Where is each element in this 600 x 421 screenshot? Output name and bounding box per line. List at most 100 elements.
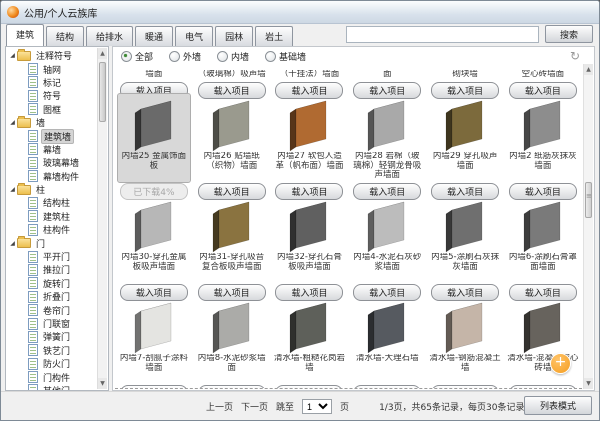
tree-item-标记[interactable]: 标记 [8, 76, 97, 89]
expand-icon[interactable]: ◢ [8, 52, 17, 59]
grid-scroll-down-icon[interactable]: ▼ [584, 378, 593, 389]
family-tile-box[interactable]: 内墙28 岩棉（玻璃棉）轻钢龙骨吸声墙面 [351, 94, 423, 182]
tree-item-门构件[interactable]: 门构件 [8, 370, 97, 383]
family-tile[interactable]: 清水墙-混凝土空心砖墙载入项目 [504, 302, 582, 389]
family-tile-box[interactable]: 内墙29 穿孔吸声墙面 [429, 94, 501, 182]
family-tile-box[interactable]: 内墙6-涂刷石膏罩面墙面 [507, 195, 579, 283]
list-mode-button[interactable]: 列表模式 [524, 396, 592, 415]
tree-scroll-up-icon[interactable]: ▲ [98, 48, 107, 59]
family-tile[interactable]: 内墙28 岩棉（玻璃棉）轻钢龙骨吸声墙面载入项目 [348, 100, 426, 201]
family-tile[interactable]: 内墙4-水泥石灰砂浆墙面载入项目 [348, 201, 426, 302]
add-button[interactable]: + [550, 353, 571, 374]
tree-item-符号[interactable]: 符号 [8, 89, 97, 102]
filter-内墙[interactable]: 内墙 [217, 50, 249, 63]
tab-园林[interactable]: 园林 [215, 26, 253, 46]
tree-group-门[interactable]: ◢门 [8, 236, 97, 249]
prev-page-link[interactable]: 上一页 [206, 400, 233, 413]
tree-item-其他门[interactable]: 其他门 [8, 384, 97, 391]
load-into-project-button[interactable]: 载入项目 [120, 385, 188, 389]
load-into-project-button[interactable]: 载入项目 [198, 385, 266, 389]
radio-icon[interactable] [121, 51, 132, 62]
tree-item-卷帘门[interactable]: 卷帘门 [8, 303, 97, 316]
tree-item-结构柱[interactable]: 结构柱 [8, 196, 97, 209]
tree-scroll-thumb[interactable] [99, 62, 106, 122]
tree-group-注释符号[interactable]: ◢注释符号 [8, 49, 97, 62]
family-tile[interactable]: 内墙29 穿孔吸声墙面载入项目 [426, 100, 504, 201]
tree-item-平开门[interactable]: 平开门 [8, 250, 97, 263]
family-tile[interactable]: 内墙30-穿孔金属板吸声墙面载入项目 [115, 201, 193, 302]
tree-item-图框[interactable]: 图框 [8, 103, 97, 116]
grid-scrollbar[interactable]: ▲ ▼ [583, 64, 593, 389]
load-into-project-button[interactable]: 载入项目 [509, 385, 577, 389]
family-tile[interactable]: 内墙25 金属饰面板已下载4% [115, 100, 193, 201]
tab-给排水[interactable]: 给排水 [86, 26, 133, 46]
family-tile-box[interactable]: 清水墙-粗糙花岗岩墙 [274, 296, 346, 384]
filter-基础墙[interactable]: 基础墙 [265, 50, 306, 63]
family-tile[interactable]: 清水墙-粗糙花岗岩墙载入项目 [271, 302, 349, 389]
tab-结构[interactable]: 结构 [46, 26, 84, 46]
tab-电气[interactable]: 电气 [175, 26, 213, 46]
tree-group-墙[interactable]: ◢墙 [8, 116, 97, 129]
family-tile-box[interactable]: 内墙5-涂刷石灰抹灰墙面 [429, 195, 501, 283]
family-tile[interactable]: 内墙6-涂刷石膏罩面墙面载入项目 [504, 201, 582, 302]
tree-item-铁艺门[interactable]: 铁艺门 [8, 344, 97, 357]
tree-item-玻璃幕墙[interactable]: 玻璃幕墙 [8, 156, 97, 169]
family-tile[interactable]: 内墙31-穿孔吸音复合板吸声墙面载入项目 [193, 201, 271, 302]
load-into-project-button[interactable]: 载入项目 [431, 385, 499, 389]
search-button[interactable]: 搜索 [545, 25, 593, 43]
radio-icon[interactable] [265, 51, 276, 62]
family-tile-box[interactable]: 清水墙-钢筋混凝土墙 [429, 296, 501, 384]
family-tile[interactable]: 内墙32-穿孔石膏板吸声墙面载入项目 [271, 201, 349, 302]
family-tile[interactable]: 清水墙-大理石墙载入项目 [348, 302, 426, 389]
tree-item-门联窗[interactable]: 门联窗 [8, 317, 97, 330]
family-tile-box[interactable]: 内墙7-刮腻子涂料墙面 [118, 296, 190, 384]
radio-icon[interactable] [217, 51, 228, 62]
tree-item-轴网[interactable]: 轴网 [8, 62, 97, 75]
family-tile[interactable]: 内墙7-刮腻子涂料墙面载入项目 [115, 302, 193, 389]
family-tile[interactable]: 清水墙-钢筋混凝土墙载入项目 [426, 302, 504, 389]
family-tile-box[interactable]: 内墙32-穿孔石膏板吸声墙面 [274, 195, 346, 283]
tree-item-弹簧门[interactable]: 弹簧门 [8, 330, 97, 343]
family-tile-box[interactable]: 清水墙-大理石墙 [351, 296, 423, 384]
tree-scroll-down-icon[interactable]: ▼ [98, 378, 107, 389]
family-tile-box[interactable]: 内墙30-穿孔金属板吸声墙面 [118, 195, 190, 283]
tree-item-防火门[interactable]: 防火门 [8, 357, 97, 370]
page-select[interactable]: 1 [302, 399, 332, 414]
family-tile[interactable]: 内墙27 软包人造革（帆布面）墙面载入项目 [271, 100, 349, 201]
radio-icon[interactable] [169, 51, 180, 62]
grid-scroll-thumb[interactable] [585, 182, 592, 218]
tree-item-推拉门[interactable]: 推拉门 [8, 263, 97, 276]
family-tile[interactable]: 内墙26 贴墙纸（织物）墙面载入项目 [193, 100, 271, 201]
expand-icon[interactable]: ◢ [8, 186, 17, 193]
tree-item-建筑柱[interactable]: 建筑柱 [8, 210, 97, 223]
next-page-link[interactable]: 下一页 [241, 400, 268, 413]
tab-暖通[interactable]: 暖通 [135, 26, 173, 46]
expand-icon[interactable]: ◢ [8, 240, 17, 247]
search-input[interactable] [346, 26, 539, 43]
tree-item-折叠门[interactable]: 折叠门 [8, 290, 97, 303]
tree-item-建筑墙[interactable]: 建筑墙 [8, 129, 97, 142]
tree-item-柱构件[interactable]: 柱构件 [8, 223, 97, 236]
tab-建筑[interactable]: 建筑 [6, 24, 44, 46]
filter-全部[interactable]: 全部 [121, 50, 153, 63]
expand-icon[interactable]: ◢ [8, 119, 17, 126]
tree-group-柱[interactable]: ◢柱 [8, 183, 97, 196]
family-tile[interactable]: 内墙5-涂刷石灰抹灰墙面载入项目 [426, 201, 504, 302]
filter-外墙[interactable]: 外墙 [169, 50, 201, 63]
load-into-project-button[interactable]: 载入项目 [275, 385, 343, 389]
family-tile-box[interactable]: 内墙2 纸筋灰抹灰墙面 [507, 94, 579, 182]
tree-item-幕墙[interactable]: 幕墙 [8, 143, 97, 156]
tab-岩土[interactable]: 岩土 [255, 26, 293, 46]
tree-item-幕墙构件[interactable]: 幕墙构件 [8, 170, 97, 183]
family-tile-box[interactable]: 内墙8-水泥砂浆墙面 [196, 296, 268, 384]
family-tile[interactable]: 内墙2 纸筋灰抹灰墙面载入项目 [504, 100, 582, 201]
refresh-icon[interactable]: ↻ [570, 49, 580, 63]
grid-scroll-up-icon[interactable]: ▲ [584, 64, 593, 75]
load-into-project-button[interactable]: 载入项目 [353, 385, 421, 389]
tree-item-旋转门[interactable]: 旋转门 [8, 277, 97, 290]
family-tile-box[interactable]: 内墙4-水泥石灰砂浆墙面 [351, 195, 423, 283]
family-tile-box[interactable]: 内墙26 贴墙纸（织物）墙面 [196, 94, 268, 182]
family-tile[interactable]: 内墙8-水泥砂浆墙面载入项目 [193, 302, 271, 389]
family-tile-box[interactable]: 内墙27 软包人造革（帆布面）墙面 [274, 94, 346, 182]
family-tile-box[interactable]: 内墙25 金属饰面板 [118, 94, 190, 182]
